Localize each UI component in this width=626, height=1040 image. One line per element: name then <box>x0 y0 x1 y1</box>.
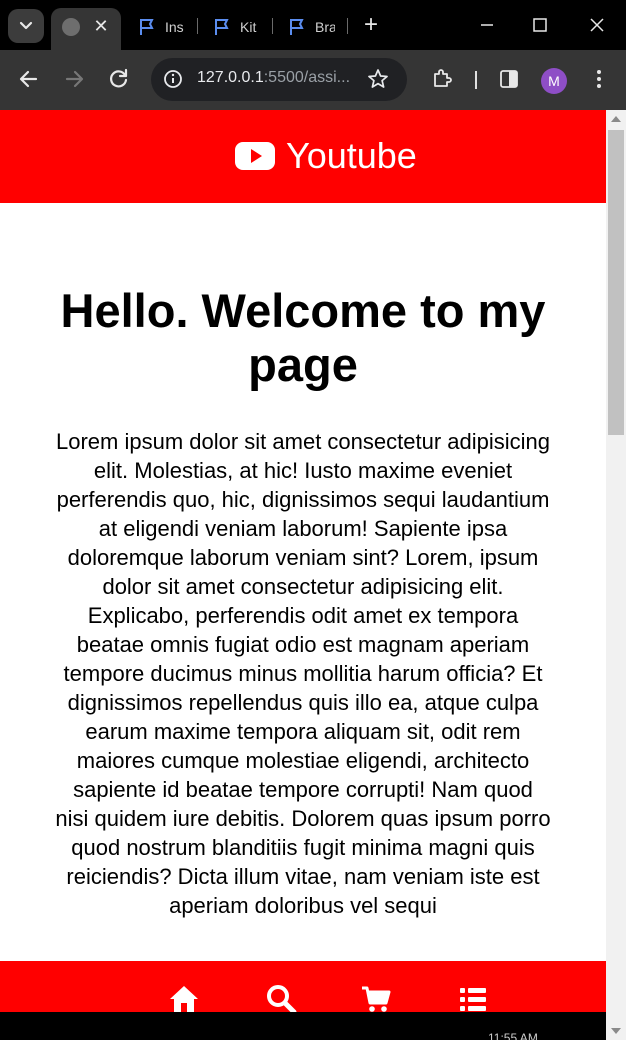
reload-icon[interactable] <box>106 66 132 92</box>
bookmark-star-icon[interactable] <box>367 68 389 90</box>
flag-icon <box>290 19 304 35</box>
maximize-icon[interactable] <box>525 10 555 40</box>
page-viewport: Youtube Hello. Welcome to my page Lorem … <box>0 110 606 1012</box>
toolbar-divider <box>475 71 477 89</box>
menu-kebab-icon[interactable] <box>587 67 611 91</box>
search-icon[interactable] <box>265 983 297 1012</box>
taskbar-clock: 11:55 AM <box>488 1031 538 1040</box>
flag-icon <box>140 19 154 35</box>
home-icon[interactable] <box>168 983 200 1012</box>
vertical-scrollbar[interactable] <box>606 110 626 1040</box>
youtube-play-icon <box>235 142 275 170</box>
brand-name: Youtube <box>286 135 417 176</box>
side-panel-icon[interactable] <box>497 67 521 91</box>
minimize-icon[interactable] <box>472 10 502 40</box>
back-arrow-icon[interactable] <box>16 66 42 92</box>
tab-1[interactable]: Ins <box>137 12 185 42</box>
bottom-nav <box>0 961 606 1012</box>
scrollbar-thumb[interactable] <box>608 130 624 435</box>
list-icon[interactable] <box>457 983 489 1012</box>
tab-label: Bra <box>315 19 335 35</box>
url-path: :5500/assi... <box>263 69 351 86</box>
browser-toolbar: 127.0.0.1:5500/assi... <box>0 50 626 110</box>
url-host: 127.0.0.1 <box>197 69 264 86</box>
tab-separator <box>272 18 273 34</box>
site-logo[interactable]: Youtube <box>234 135 417 177</box>
tab-separator <box>347 18 348 34</box>
scroll-down-arrow-icon[interactable] <box>611 1028 621 1034</box>
tab-3[interactable]: Bra <box>287 12 335 42</box>
url-text: 127.0.0.1:5500/assi... <box>197 69 359 87</box>
scroll-up-arrow-icon[interactable] <box>611 116 621 122</box>
new-tab-button[interactable]: + <box>358 12 384 38</box>
site-header: Youtube <box>0 110 606 203</box>
close-tab-icon[interactable]: ✕ <box>90 15 112 37</box>
tab-2[interactable]: Kit <box>212 12 260 42</box>
page-title: Hello. Welcome to my page <box>60 284 546 391</box>
address-bar[interactable]: 127.0.0.1:5500/assi... <box>151 58 407 101</box>
tab-label: Kit <box>240 19 257 35</box>
body-paragraph: Lorem ipsum dolor sit amet consectetur a… <box>55 429 551 918</box>
chevron-down-icon <box>19 21 33 30</box>
extensions-puzzle-icon[interactable] <box>430 67 454 91</box>
forward-arrow-icon[interactable] <box>61 66 87 92</box>
profile-avatar[interactable]: M <box>541 68 567 94</box>
tab-separator <box>197 18 198 34</box>
active-tab[interactable]: ✕ <box>51 8 121 50</box>
cart-icon[interactable] <box>360 983 392 1012</box>
tab-search-button[interactable] <box>8 9 44 43</box>
flag-icon <box>215 19 229 35</box>
close-window-icon[interactable] <box>582 10 612 40</box>
tab-strip: ✕ Ins Kit Bra + <box>0 0 626 50</box>
info-icon[interactable] <box>163 69 183 89</box>
os-taskbar: 11:55 AM <box>0 1012 606 1040</box>
tab-label: Ins <box>165 19 184 35</box>
globe-icon <box>62 18 80 36</box>
